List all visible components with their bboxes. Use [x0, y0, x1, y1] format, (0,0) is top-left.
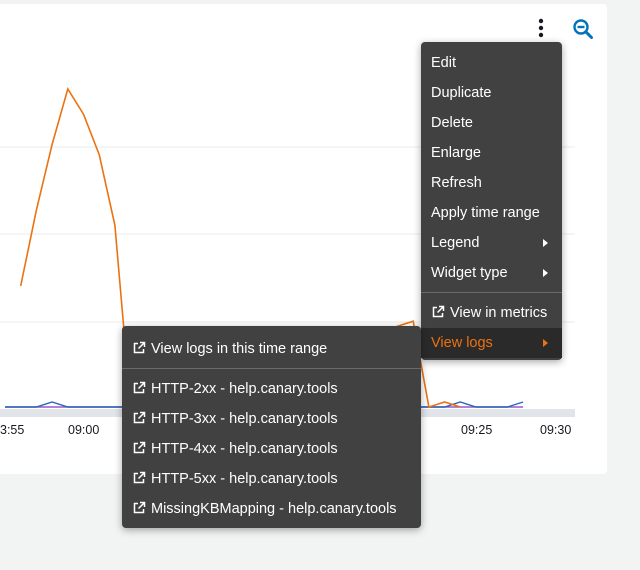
external-link-icon	[133, 471, 146, 484]
widget-actions-menu: Edit Duplicate Delete Enlarge Refresh Ap…	[421, 42, 562, 360]
x-tick-label: 3:55	[0, 423, 25, 437]
submenu-item-log-group[interactable]: HTTP-5xx - help.canary.tools	[122, 464, 421, 494]
external-link-icon	[133, 341, 146, 354]
external-link-icon	[133, 411, 146, 424]
external-link-icon	[133, 381, 146, 394]
external-link-icon	[133, 501, 146, 514]
zoom-out-icon[interactable]	[572, 18, 594, 40]
view-logs-submenu: View logs in this time range HTTP-2xx - …	[122, 326, 421, 528]
menu-item-refresh[interactable]: Refresh	[421, 168, 562, 198]
external-link-icon	[432, 305, 445, 318]
menu-item-edit[interactable]: Edit	[421, 48, 562, 78]
submenu-item-log-group[interactable]: HTTP-4xx - help.canary.tools	[122, 434, 421, 464]
external-link-icon	[133, 441, 146, 454]
caret-right-icon	[543, 269, 548, 277]
submenu-item-view-logs-time-range[interactable]: View logs in this time range	[122, 334, 421, 364]
x-tick-label: 09:00	[68, 423, 100, 437]
menu-item-duplicate[interactable]: Duplicate	[421, 78, 562, 108]
menu-item-apply-time-range[interactable]: Apply time range	[421, 198, 562, 228]
menu-item-view-logs[interactable]: View logs	[421, 328, 562, 358]
submenu-item-log-group[interactable]: MissingKBMapping - help.canary.tools	[122, 494, 421, 524]
menu-divider	[122, 368, 421, 369]
menu-item-legend[interactable]: Legend	[421, 228, 562, 258]
caret-right-icon	[543, 339, 548, 347]
x-tick-label: 09:30	[540, 423, 572, 437]
menu-item-delete[interactable]: Delete	[421, 108, 562, 138]
menu-item-view-in-metrics[interactable]: View in metrics	[421, 298, 562, 328]
menu-item-enlarge[interactable]: Enlarge	[421, 138, 562, 168]
x-tick-label: 09:25	[461, 423, 493, 437]
caret-right-icon	[543, 239, 548, 247]
menu-item-widget-type[interactable]: Widget type	[421, 258, 562, 288]
widget-actions-kebab-icon[interactable]	[532, 16, 550, 40]
submenu-item-log-group[interactable]: HTTP-3xx - help.canary.tools	[122, 404, 421, 434]
submenu-item-log-group[interactable]: HTTP-2xx - help.canary.tools	[122, 374, 421, 404]
menu-divider	[421, 292, 562, 293]
